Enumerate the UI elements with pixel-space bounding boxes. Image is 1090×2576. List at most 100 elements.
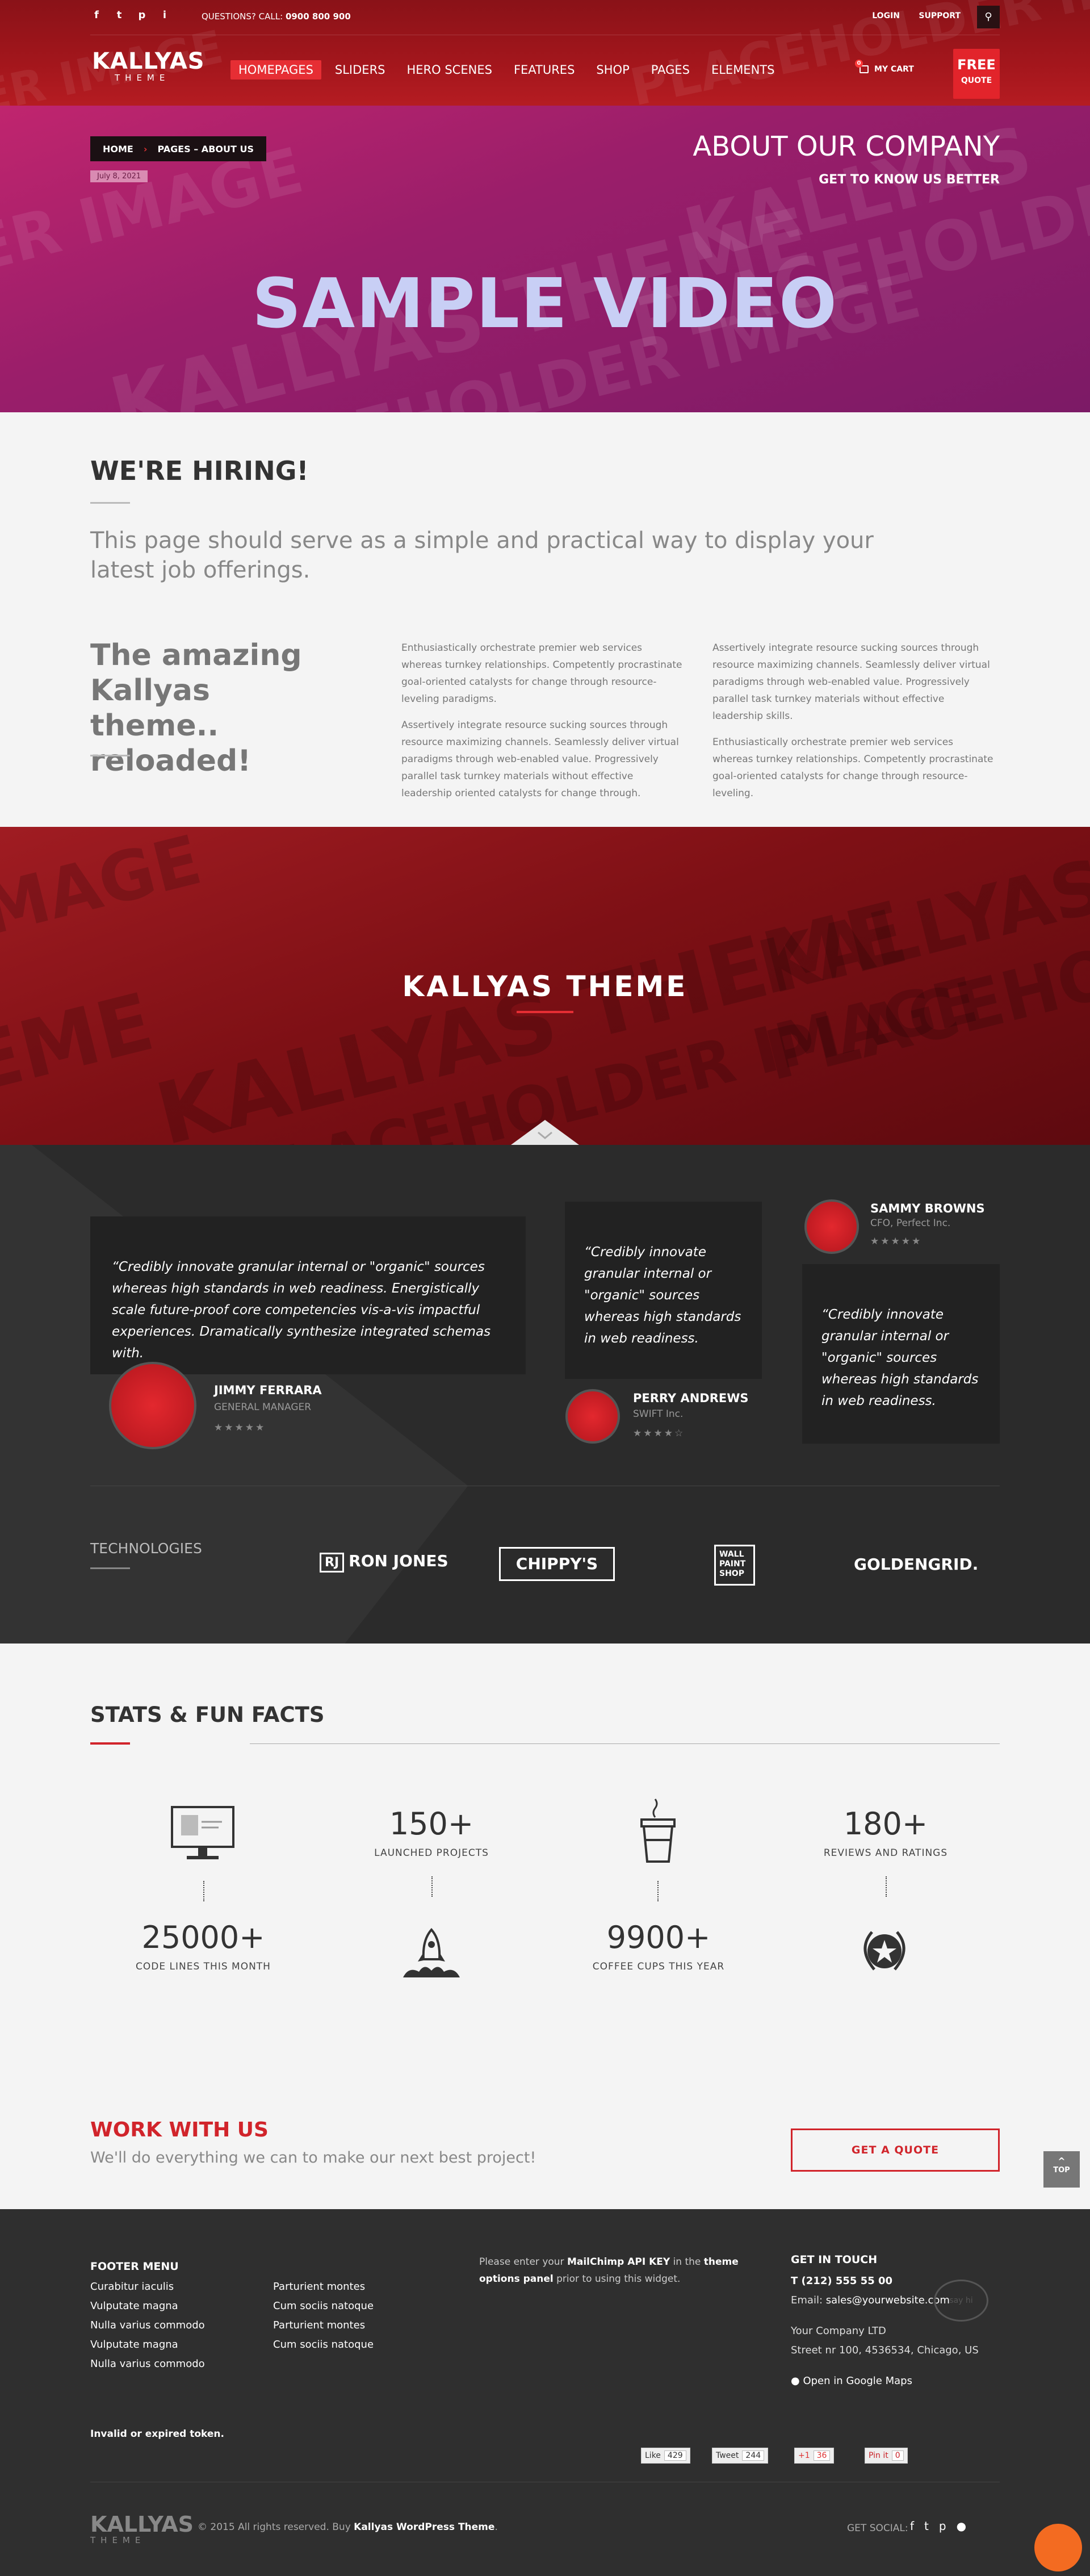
- footer-link[interactable]: Parturient montes: [273, 2316, 374, 2335]
- site-logo[interactable]: KALLYAS THEME: [92, 50, 205, 83]
- stat-label: REVIEWS AND RATINGS: [823, 1847, 948, 1859]
- facebook-icon: Like: [645, 2451, 661, 2460]
- free-quote-button[interactable]: FREE QUOTE: [953, 49, 1000, 99]
- logo-ron-jones[interactable]: RJ RON JONES: [320, 1552, 448, 1573]
- quote-bottom-text: QUOTE: [961, 76, 992, 85]
- sample-video-text[interactable]: SAMPLE VIDEO: [0, 265, 1090, 344]
- rating-stars: ★★★★★: [214, 1422, 266, 1433]
- footer-logo-main: KALLYAS: [90, 2512, 194, 2537]
- page-subtitle: GET TO KNOW US BETTER: [819, 173, 1000, 187]
- dotted-connector: [886, 1876, 887, 1897]
- contact-address: Street nr 100, 4536534, Chicago, US: [791, 2344, 979, 2356]
- technologies-underline: [90, 1567, 130, 1569]
- twitter-icon[interactable]: t: [113, 9, 125, 21]
- say-hi-bubble-icon[interactable]: say hi: [934, 2280, 988, 2322]
- mc-text: Please enter your: [479, 2256, 567, 2268]
- footer-link[interactable]: Cum sociis natoque: [273, 2297, 374, 2316]
- nav-item-hero-scenes[interactable]: HERO SCENES: [399, 60, 500, 80]
- stats-section: STATS & FUN FACTS 150+ LAUNCHED PROJECTS…: [0, 1644, 1090, 2058]
- logo-goldengrid[interactable]: GOLDENGRID.: [854, 1555, 978, 1574]
- nav-item-elements[interactable]: ELEMENTS: [703, 60, 783, 80]
- logo-chippys[interactable]: CHIPPY'S: [499, 1547, 615, 1581]
- theme-link[interactable]: Kallyas WordPress Theme: [354, 2521, 494, 2533]
- pinterest-icon[interactable]: p: [939, 2519, 946, 2533]
- author-name: JIMMY FERRARA: [214, 1383, 322, 1397]
- text-column-1: Enthusiastically orchestrate premier web…: [401, 639, 685, 811]
- footer-link[interactable]: Nulla varius commodo: [90, 2316, 205, 2335]
- facebook-icon[interactable]: f: [90, 9, 103, 21]
- nav-item-pages[interactable]: PAGES: [643, 60, 698, 80]
- dotted-connector: [203, 1881, 204, 1901]
- top-bar: f t p i QUESTIONS? CALL: 0900 800 900 LO…: [90, 0, 1000, 35]
- logo-wall-paint-shop[interactable]: WALL PAINT SHOP: [714, 1545, 755, 1586]
- footer-link[interactable]: Parturient montes: [273, 2277, 374, 2297]
- banner-underline: [517, 1011, 573, 1013]
- footer-menu-col-1: Curabitur iaculis Vulputate magna Nulla …: [90, 2277, 205, 2374]
- nav-item-sliders[interactable]: SLIDERS: [327, 60, 393, 80]
- logo-ron-jones-text: RON JONES: [349, 1552, 448, 1570]
- google-maps-link[interactable]: ● Open in Google Maps: [791, 2372, 979, 2391]
- footer-link[interactable]: Vulputate magna: [90, 2335, 205, 2355]
- footer-logo[interactable]: KALLYAS THEME: [90, 2514, 194, 2545]
- hero-title-block: ABOUT OUR COMPANY GET TO KNOW US BETTER: [693, 131, 1000, 187]
- pinterest-button[interactable]: Pin it 0: [865, 2448, 908, 2464]
- cart-link[interactable]: 0 MY CART: [855, 60, 914, 74]
- dribbble-icon[interactable]: ●: [957, 2519, 966, 2533]
- main-nav: HOMEPAGES SLIDERS HERO SCENES FEATURES S…: [230, 60, 788, 80]
- footer-link[interactable]: Vulputate magna: [90, 2297, 205, 2316]
- stats-heading: STATS & FUN FACTS: [90, 1703, 325, 1727]
- award-laurel-icon: [863, 1931, 905, 1971]
- stat-number: 25000+: [141, 1920, 265, 1955]
- search-button[interactable]: ⚲: [977, 6, 1000, 28]
- page-hero: KALLYAS PLACEHOLDER ER IMAGE KALLYAS THE…: [0, 106, 1090, 412]
- nav-item-shop[interactable]: SHOP: [588, 60, 637, 80]
- get-a-quote-button[interactable]: GET A QUOTE: [791, 2128, 1000, 2172]
- banner-title: KALLYAS THEME: [402, 970, 688, 1003]
- logo-main-text: KALLYAS: [92, 48, 205, 74]
- footer-link[interactable]: Cum sociis natoque: [273, 2335, 374, 2355]
- breadcrumb-home[interactable]: HOME: [103, 144, 133, 154]
- token-error: Invalid or expired token.: [90, 2428, 224, 2440]
- technologies-label: TECHNOLOGIES: [90, 1540, 202, 1557]
- breadcrumb-current: PAGES – ABOUT US: [157, 143, 254, 154]
- nav-item-homepages[interactable]: HOMEPAGES: [230, 60, 321, 80]
- nav-item-features[interactable]: FEATURES: [506, 60, 582, 80]
- footer-link[interactable]: Nulla varius commodo: [90, 2355, 205, 2374]
- login-link[interactable]: LOGIN: [872, 11, 900, 20]
- gplus-icon: +1: [798, 2451, 810, 2460]
- copy-text: © 2015 All rights reserved. Buy: [198, 2521, 354, 2533]
- top-social-links: f t p i: [90, 9, 171, 21]
- email-label: Email:: [791, 2294, 826, 2306]
- stat-code-lines: 25000+ CODE LINES THIS MONTH: [118, 1920, 288, 1972]
- avatar: [804, 1199, 859, 1254]
- gplus-button[interactable]: +1 36: [794, 2448, 835, 2464]
- quote-text: “Credibly innovate granular internal or …: [584, 1245, 741, 1346]
- tweet-button[interactable]: Tweet 244: [712, 2448, 769, 2464]
- pinterest-icon[interactable]: p: [136, 9, 148, 21]
- mc-text: prior to using this widget.: [553, 2273, 681, 2285]
- back-to-top-button[interactable]: ^ TOP: [1043, 2151, 1080, 2188]
- site-footer: FOOTER MENU Curabitur iaculis Vulputate …: [0, 2209, 1090, 2576]
- facebook-icon[interactable]: f: [910, 2519, 914, 2533]
- floating-badge-icon[interactable]: [1034, 2524, 1082, 2571]
- footer-link[interactable]: Curabitur iaculis: [90, 2277, 205, 2297]
- scroll-down-notch[interactable]: [511, 1113, 579, 1145]
- search-icon: ⚲: [984, 11, 992, 23]
- contact-email[interactable]: sales@yourwebsite.com: [826, 2294, 950, 2306]
- rocket-icon: [403, 1927, 460, 1977]
- twitter-icon[interactable]: t: [924, 2519, 929, 2533]
- stat-coffee-cups: 9900+ COFFEE CUPS THIS YEAR: [573, 1920, 744, 1972]
- map-pin-icon: ●: [791, 2375, 800, 2387]
- stat-label: CODE LINES THIS MONTH: [136, 1961, 271, 1972]
- facebook-like-button[interactable]: Like 429: [641, 2448, 690, 2464]
- call-info: QUESTIONS? CALL: 0900 800 900: [202, 11, 351, 22]
- text-column-2: Assertively integrate resource sucking s…: [712, 639, 996, 811]
- instagram-icon[interactable]: i: [158, 9, 171, 21]
- support-link[interactable]: SUPPORT: [919, 11, 961, 20]
- stat-reviews: 180+ REVIEWS AND RATINGS: [800, 1806, 971, 1859]
- stat-number: 150+: [389, 1806, 474, 1842]
- banner-bg-watermark: IMAGE: [0, 827, 209, 957]
- paragraph: Enthusiastically orchestrate premier web…: [712, 737, 993, 799]
- testimonial-quote: “Credibly innovate granular internal or …: [802, 1264, 1000, 1444]
- author-role: CFO, Perfect Inc.: [870, 1218, 951, 1229]
